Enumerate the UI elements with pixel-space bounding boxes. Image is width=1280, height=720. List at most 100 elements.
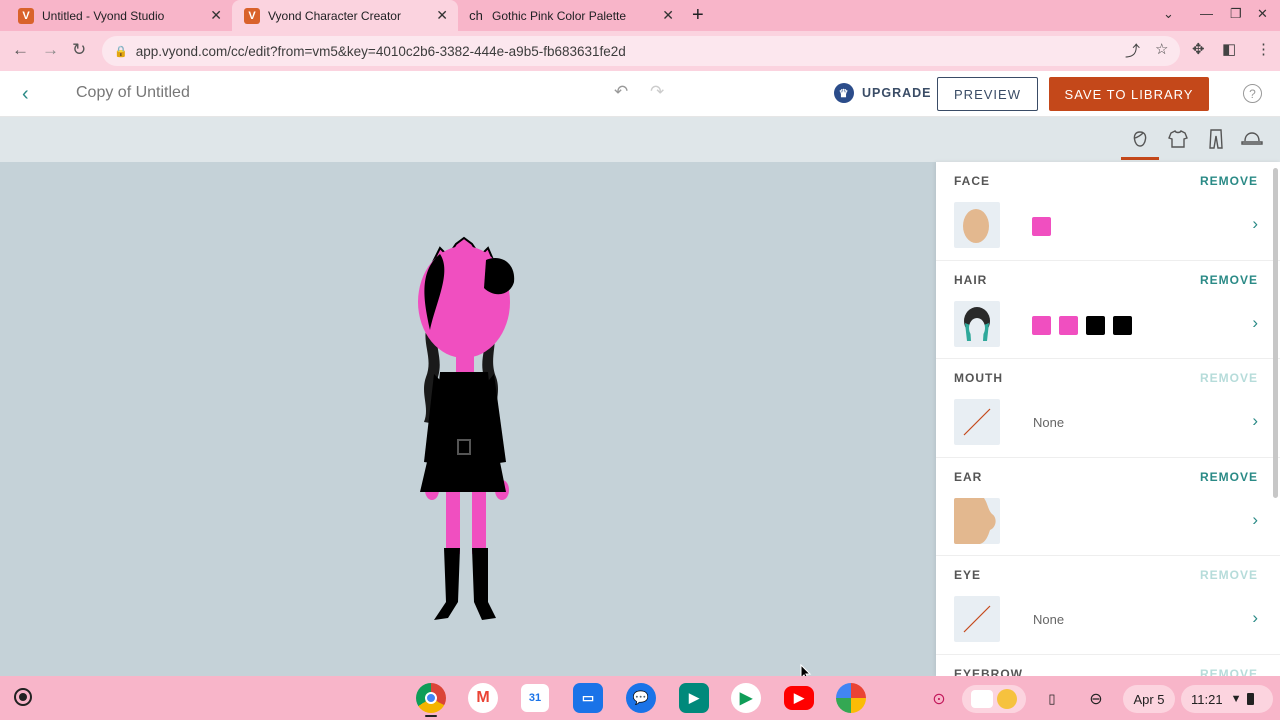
new-tab-icon[interactable]: +	[692, 4, 704, 27]
tab-character-creator[interactable]: V Vyond Character Creator ✕	[232, 0, 458, 31]
ear-thumbnail[interactable]	[954, 497, 1000, 544]
holding-space-tray[interactable]	[962, 685, 1026, 713]
character-figure	[418, 236, 515, 620]
tab-title: Vyond Character Creator	[268, 8, 401, 23]
help-icon[interactable]: ?	[1243, 84, 1262, 103]
character-stage[interactable]	[0, 162, 936, 682]
share-icon[interactable]: ⤴	[1125, 40, 1140, 61]
section-label: EYE	[954, 568, 982, 582]
close-tab-icon[interactable]: ✕	[662, 7, 674, 24]
system-shelf: M 31 ▭ 💬 ▶ ▶ ▶ ⊙ ▯ ⊖ Apr 5 11:21 ▼	[0, 676, 1280, 720]
tab-title: Untitled - Vyond Studio	[42, 8, 165, 23]
close-window-icon[interactable]: ✕	[1257, 6, 1268, 22]
section-label: EAR	[954, 469, 983, 484]
battery-icon	[1247, 693, 1255, 705]
tab-vyond-studio[interactable]: V Untitled - Vyond Studio ✕	[0, 0, 232, 31]
remove-ear-button[interactable]: REMOVE	[1200, 470, 1258, 484]
chevron-right-icon[interactable]: ›	[1252, 214, 1258, 234]
upgrade-button[interactable]: ♛ UPGRADE	[834, 83, 932, 103]
chevron-right-icon[interactable]: ›	[1252, 510, 1258, 530]
upgrade-label: UPGRADE	[862, 86, 932, 100]
colorhunt-favicon-icon: ch	[469, 8, 483, 23]
back-arrow-icon[interactable]: ←	[12, 40, 29, 60]
play-store-icon[interactable]: ▶	[731, 683, 761, 713]
color-swatch[interactable]	[1032, 315, 1051, 335]
shirt-icon[interactable]	[1165, 126, 1191, 152]
hat-icon[interactable]	[1239, 126, 1265, 152]
eyebrow-section: EYEBROW REMOVE	[936, 655, 1280, 677]
phone-hub-icon[interactable]: ▯	[1039, 685, 1065, 713]
redo-icon[interactable]: ↷	[650, 82, 664, 102]
forward-arrow-icon[interactable]: →	[42, 40, 59, 60]
color-swatch[interactable]	[1113, 315, 1132, 335]
remove-face-button[interactable]: REMOVE	[1200, 174, 1258, 188]
address-bar[interactable]: 🔒 app.vyond.com/cc/edit?from=vm5&key=401…	[102, 36, 1180, 66]
pants-icon[interactable]	[1203, 126, 1229, 152]
crown-icon: ♛	[834, 83, 854, 103]
vyond-favicon-icon: V	[244, 7, 260, 24]
launcher-icon[interactable]	[14, 688, 32, 706]
url-text: app.vyond.com/cc/edit?from=vm5&key=4010c…	[135, 43, 626, 59]
remove-eyebrow-button[interactable]: REMOVE	[1200, 667, 1258, 677]
youtube-icon[interactable]: ▶	[784, 686, 814, 710]
bookmark-star-icon[interactable]: ☆	[1155, 40, 1168, 58]
minimize-icon[interactable]: —	[1200, 6, 1213, 21]
panel-scrollbar[interactable]	[1273, 168, 1278, 498]
files-icon[interactable]: ▭	[573, 683, 603, 713]
face-thumbnail[interactable]	[954, 202, 1000, 248]
ear-section: EAR REMOVE ›	[936, 458, 1280, 556]
close-tab-icon[interactable]: ✕	[436, 7, 448, 24]
active-app-indicator	[425, 715, 437, 717]
calendar-icon[interactable]: 31	[521, 684, 549, 712]
remove-hair-button[interactable]: REMOVE	[1200, 273, 1258, 287]
calendar-day: 31	[528, 692, 542, 704]
save-to-library-button[interactable]: SAVE TO LIBRARY	[1049, 77, 1209, 111]
tab-gothic-pink[interactable]: ch Gothic Pink Color Palette ✕	[458, 0, 684, 31]
thumbnail-icon	[971, 690, 993, 708]
hair-thumbnail[interactable]	[954, 300, 1000, 347]
tab-title: Gothic Pink Color Palette	[492, 8, 627, 23]
section-label: MOUTH	[954, 371, 1003, 385]
none-thumbnail[interactable]	[954, 596, 1000, 642]
active-category-indicator	[1121, 157, 1159, 160]
hair-color-swatches	[1032, 315, 1132, 335]
side-panel-icon[interactable]: ◧	[1222, 40, 1236, 58]
messages-icon[interactable]: 💬	[626, 683, 656, 713]
meet-icon[interactable]: ▶	[679, 683, 709, 713]
back-chevron-icon[interactable]: ‹	[22, 83, 29, 106]
close-tab-icon[interactable]: ✕	[210, 7, 222, 24]
app-header: ‹ Copy of Untitled ↶ ↷ ♛ UPGRADE PREVIEW…	[0, 71, 1280, 117]
mouth-value: None	[1033, 415, 1065, 430]
document-title[interactable]: Copy of Untitled	[76, 84, 190, 102]
reload-icon[interactable]: ↻	[72, 40, 86, 60]
remove-eye-button[interactable]: REMOVE	[1200, 568, 1258, 582]
status-tray[interactable]: 11:21 ▼	[1181, 685, 1273, 713]
chevron-right-icon[interactable]: ›	[1252, 411, 1258, 431]
extensions-puzzle-icon[interactable]: ✥	[1192, 40, 1205, 58]
tab-search-chevron-icon[interactable]: ⌄	[1163, 6, 1174, 22]
color-swatch[interactable]	[1086, 315, 1105, 335]
gmail-icon[interactable]: M	[468, 683, 498, 713]
vyond-favicon-icon: V	[18, 7, 34, 24]
color-swatch[interactable]	[1032, 217, 1051, 236]
remove-mouth-button[interactable]: REMOVE	[1200, 371, 1258, 385]
preview-button[interactable]: PREVIEW	[937, 77, 1038, 111]
undo-icon[interactable]: ↶	[614, 82, 628, 102]
restore-icon[interactable]: ❐	[1230, 6, 1242, 22]
wifi-icon: ▼	[1230, 693, 1242, 705]
color-swatch[interactable]	[1059, 315, 1078, 335]
menu-kebab-icon[interactable]: ⋮	[1256, 40, 1271, 58]
none-thumbnail[interactable]	[954, 399, 1000, 445]
head-icon[interactable]	[1127, 126, 1153, 152]
chevron-right-icon[interactable]: ›	[1252, 313, 1258, 333]
section-label: EYEBROW	[954, 666, 1024, 677]
section-label: HAIR	[954, 272, 988, 287]
date-indicator[interactable]: Apr 5	[1123, 685, 1175, 713]
browser-toolbar: ← → ↻ 🔒 app.vyond.com/cc/edit?from=vm5&k…	[0, 31, 1280, 71]
screen-record-icon[interactable]: ⊙	[926, 685, 952, 713]
section-label: FACE	[954, 174, 991, 188]
chevron-right-icon[interactable]: ›	[1252, 608, 1258, 628]
chrome-icon[interactable]	[416, 683, 446, 713]
photos-icon[interactable]	[836, 683, 866, 713]
do-not-disturb-icon[interactable]: ⊖	[1083, 685, 1109, 713]
